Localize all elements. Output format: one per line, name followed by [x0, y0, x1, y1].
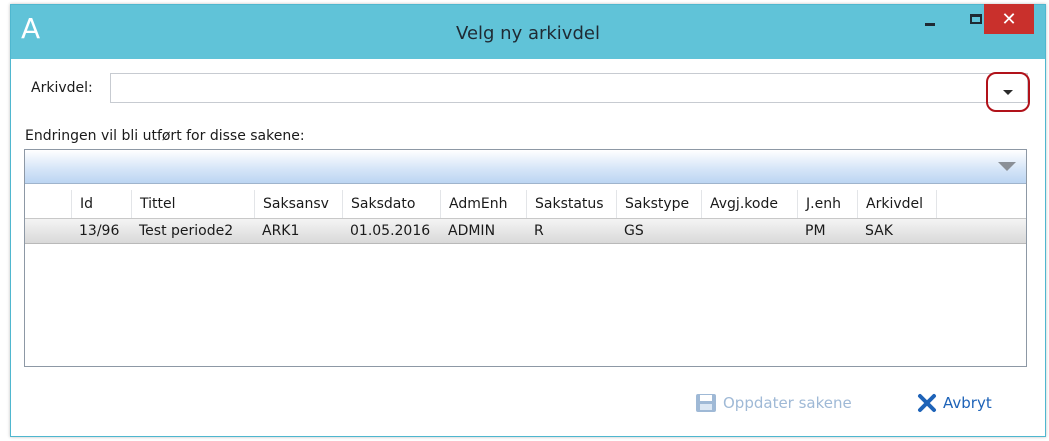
column-header-id[interactable]: Id: [71, 190, 131, 218]
cases-grid[interactable]: Id Tittel Saksansv Saksdato AdmEnh Sakst…: [24, 149, 1027, 367]
close-x-icon: [918, 394, 936, 412]
column-header-jenh[interactable]: J.enh: [797, 190, 857, 218]
update-cases-button[interactable]: Oppdater sakene: [695, 390, 852, 416]
cancel-button[interactable]: Avbryt: [917, 390, 992, 416]
minimize-icon: [925, 22, 935, 26]
cell-jenh: PM: [805, 223, 826, 239]
column-header-saksansv[interactable]: Saksansv: [254, 190, 342, 218]
column-header-saksdato[interactable]: Saksdato: [342, 190, 440, 218]
cancel-label: Avbryt: [943, 394, 992, 412]
column-header-sakstatus[interactable]: Sakstatus: [526, 190, 616, 218]
close-button[interactable]: ✕: [984, 4, 1034, 34]
expand-triangle-icon[interactable]: [998, 162, 1016, 171]
arkivdel-label: Arkivdel:: [31, 80, 93, 96]
grid-header-row: Id Tittel Saksansv Saksdato AdmEnh Sakst…: [25, 190, 1026, 218]
title-bar[interactable]: A Velg ny arkivdel: [11, 5, 1045, 59]
minimize-button[interactable]: [907, 4, 953, 34]
column-header-admenh[interactable]: AdmEnh: [440, 190, 526, 218]
chevron-down-icon: [1003, 89, 1013, 95]
cell-id: 13/96: [79, 223, 120, 239]
window-title: Velg ny arkivdel: [456, 23, 600, 44]
save-icon: [696, 394, 716, 412]
maximize-icon: [970, 14, 982, 24]
close-icon: ✕: [1001, 8, 1017, 30]
cell-admenh: ADMIN: [448, 223, 496, 239]
column-header-sakstype[interactable]: Sakstype: [616, 190, 701, 218]
changes-label: Endringen vil bli utført for disse saken…: [25, 128, 305, 144]
cell-avgjkode: [701, 219, 709, 243]
cell-arkivdel: SAK: [865, 223, 893, 239]
column-header-tittel[interactable]: Tittel: [131, 190, 254, 218]
column-header-avgjkode[interactable]: Avgj.kode: [701, 190, 797, 218]
arkivdel-combobox[interactable]: [110, 73, 1028, 103]
table-row[interactable]: 13/96 Test periode2 ARK1 01.05.2016 ADMI…: [25, 218, 1026, 244]
cell-sakstype: GS: [624, 223, 644, 239]
update-cases-label: Oppdater sakene: [723, 394, 852, 412]
cell-tittel: Test periode2: [139, 223, 234, 239]
arkivdel-dropdown-button[interactable]: [986, 72, 1030, 112]
cell-sakstatus: R: [534, 223, 544, 239]
grid-group-panel: [25, 150, 1026, 184]
column-header-arkivdel[interactable]: Arkivdel: [857, 190, 937, 218]
cell-saksansv: ARK1: [262, 223, 300, 239]
cell-saksdato: 01.05.2016: [350, 223, 431, 239]
